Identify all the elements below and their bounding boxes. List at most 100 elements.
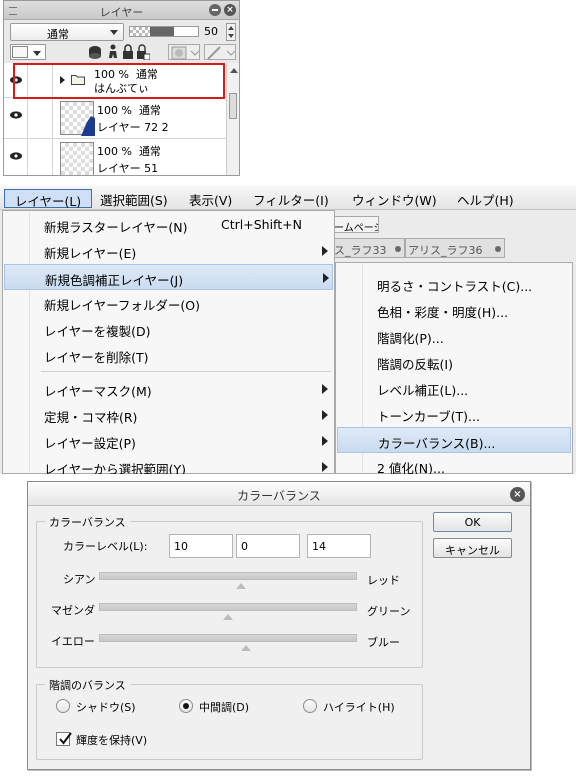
document-tab[interactable]: アリス_ラフ36 [405, 238, 505, 258]
menu-item-layer-settings[interactable]: レイヤー設定(P) [4, 428, 333, 454]
submenu-arrow-icon [323, 273, 329, 283]
menu-item-duplicate-layer[interactable]: レイヤーを複製(D) [4, 316, 333, 342]
submenu-item-hue-saturation[interactable]: 色相・彩度・明度(H)... [337, 297, 571, 323]
blend-mode-select[interactable]: 通常 [10, 23, 124, 41]
close-icon[interactable]: × [510, 487, 525, 502]
submenu-item-color-balance[interactable]: カラーバランス(B)... [337, 427, 571, 453]
menu-filter[interactable]: フィルター(I) [253, 190, 329, 209]
layer-thumbnail [60, 101, 95, 136]
layer-row[interactable]: 100 % 通常 レイヤー 51 [4, 139, 226, 175]
slider-left-label: シアン [63, 573, 96, 586]
yellow-blue-slider[interactable] [99, 634, 357, 651]
tab-modified-icon [495, 246, 501, 252]
layer-name[interactable]: レイヤー 51 [97, 160, 158, 175]
submenu-item-tone-curve[interactable]: トーンカーブ(T)... [337, 401, 571, 427]
preserve-luminosity-label[interactable]: 輝度を保持(V) [76, 732, 147, 748]
layer-name[interactable]: レイヤー 72 2 [97, 119, 169, 135]
menu-selection[interactable]: 選択範囲(S) [100, 190, 168, 209]
lock-icon[interactable] [122, 44, 134, 60]
slider-thumb[interactable] [240, 645, 251, 651]
radio-highlight-label[interactable]: ハイライト(H) [323, 699, 395, 715]
menu-item-label: 色相・彩度・明度(H)... [377, 305, 509, 320]
draft-layer-icon[interactable] [108, 44, 118, 60]
menubar: レイヤー(L) 選択範囲(S) 表示(V) フィルター(I) ウィンドウ(W) … [0, 186, 576, 210]
background-tab[interactable]: ームページ [331, 216, 379, 233]
menu-item-new-layer[interactable]: 新規レイヤー(E) [4, 238, 333, 264]
color-level-cyan-red-input[interactable]: 10 [169, 534, 233, 558]
lock-transparency-icon[interactable] [136, 44, 151, 61]
slider-thumb[interactable] [235, 583, 246, 589]
color-level-magenta-green-input[interactable]: 0 [236, 534, 300, 558]
layer-lock-toggle[interactable] [29, 98, 53, 138]
menu-item-new-raster-layer[interactable]: 新規ラスターレイヤー(N) Ctrl+Shift+N [4, 212, 333, 238]
submenu-arrow-icon [322, 462, 328, 472]
close-icon[interactable]: × [224, 4, 236, 16]
layer-row[interactable]: 100 % 通常 レイヤー 72 2 [4, 98, 226, 139]
menu-item-label: レイヤーマスク(M) [44, 384, 152, 399]
visibility-toggle[interactable] [4, 139, 28, 175]
layer-opacity-mode: 100 % 通常 [97, 145, 161, 158]
document-tab-label: ス_ラフ33 [334, 244, 387, 257]
magenta-green-slider[interactable] [99, 603, 357, 620]
menu-item-label: レイヤーを削除(T) [44, 350, 149, 365]
ruler-dropdown[interactable] [204, 44, 236, 60]
eye-icon [10, 111, 22, 119]
menu-item-label: レイヤー設定(P) [44, 436, 136, 451]
radio-shadow[interactable] [56, 699, 70, 713]
menu-window[interactable]: ウィンドウ(W) [352, 190, 437, 209]
radio-midtone[interactable] [179, 699, 193, 713]
reference-layer-icon[interactable] [88, 44, 102, 60]
scroll-up-icon[interactable] [230, 68, 238, 73]
radio-midtone-label[interactable]: 中間調(D) [199, 699, 249, 715]
menu-item-selection-from-layer[interactable]: レイヤーから選択範囲(Y) [4, 454, 333, 474]
document-tab[interactable]: ス_ラフ33 [331, 238, 405, 258]
slider-thumb[interactable] [223, 614, 233, 620]
opacity-value[interactable]: 50 [204, 25, 218, 38]
radio-highlight[interactable] [303, 699, 317, 713]
menu-view[interactable]: 表示(V) [189, 190, 232, 209]
color-level-yellow-blue-input[interactable]: 14 [307, 534, 371, 558]
slider-right-label: ブルー [367, 636, 400, 649]
slider-left-label: イエロー [51, 635, 95, 648]
layer-color-swatch [12, 46, 28, 58]
submenu-item-threshold[interactable]: 2 値化(N)... [337, 453, 571, 474]
menu-item-layer-mask[interactable]: レイヤーマスク(M) [4, 376, 333, 402]
opacity-slider[interactable] [129, 26, 199, 37]
menu-layer[interactable]: レイヤー(L) [4, 189, 92, 209]
menu-item-label: 定規・コマ枠(R) [44, 410, 138, 425]
visibility-toggle[interactable] [4, 98, 28, 138]
layer-color-dropdown[interactable] [10, 44, 46, 60]
submenu-item-posterize[interactable]: 階調化(P)... [337, 323, 571, 349]
mask-dropdown[interactable] [168, 44, 200, 60]
layer-panel-titlebar[interactable]: レイヤー × [4, 1, 239, 20]
menu-item-label: 新規レイヤーフォルダー(O) [44, 298, 200, 313]
tab-modified-icon [395, 246, 401, 252]
menu-item-ruler-frame[interactable]: 定規・コマ枠(R) [4, 402, 333, 428]
chevron-down-icon [110, 30, 118, 35]
layer-list-scrollbar[interactable] [226, 63, 239, 175]
cancel-button[interactable]: キャンセル [433, 538, 512, 558]
opacity-spin-button[interactable] [226, 23, 236, 41]
color-balance-group: カラーバランス カラーレベル(L): 10 0 14 シアン レッド マゼンダ … [36, 514, 423, 668]
submenu-item-brightness-contrast[interactable]: 明るさ・コントラスト(C)... [337, 271, 571, 297]
submenu-item-invert[interactable]: 階調の反転(I) [337, 349, 571, 375]
menu-item-new-correction-layer[interactable]: 新規色調補正レイヤー(J) [4, 264, 333, 290]
menu-item-label: トーンカーブ(T)... [377, 409, 480, 424]
submenu-item-levels[interactable]: レベル補正(L)... [337, 375, 571, 401]
dialog-titlebar[interactable]: カラーバランス × [28, 482, 530, 506]
submenu-arrow-icon [322, 246, 328, 256]
radio-shadow-label[interactable]: シャドウ(S) [76, 699, 136, 715]
menu-item-delete-layer[interactable]: レイヤーを削除(T) [4, 342, 333, 368]
cyan-red-slider[interactable] [99, 572, 357, 589]
scrollbar-thumb[interactable] [229, 93, 237, 119]
menu-item-new-layer-folder[interactable]: 新規レイヤーフォルダー(O) [4, 290, 333, 316]
menu-help[interactable]: ヘルプ(H) [457, 190, 514, 209]
minimize-icon[interactable] [209, 4, 221, 16]
ok-button[interactable]: OK [433, 512, 512, 532]
slider-left-label: マゼンダ [51, 604, 95, 617]
preserve-luminosity-checkbox[interactable] [56, 732, 72, 746]
dialog-title: カラーバランス [237, 489, 321, 503]
opacity-checker [130, 27, 151, 36]
layer-lock-toggle[interactable] [29, 139, 53, 175]
menu-item-label: カラーバランス(B)... [378, 436, 496, 451]
